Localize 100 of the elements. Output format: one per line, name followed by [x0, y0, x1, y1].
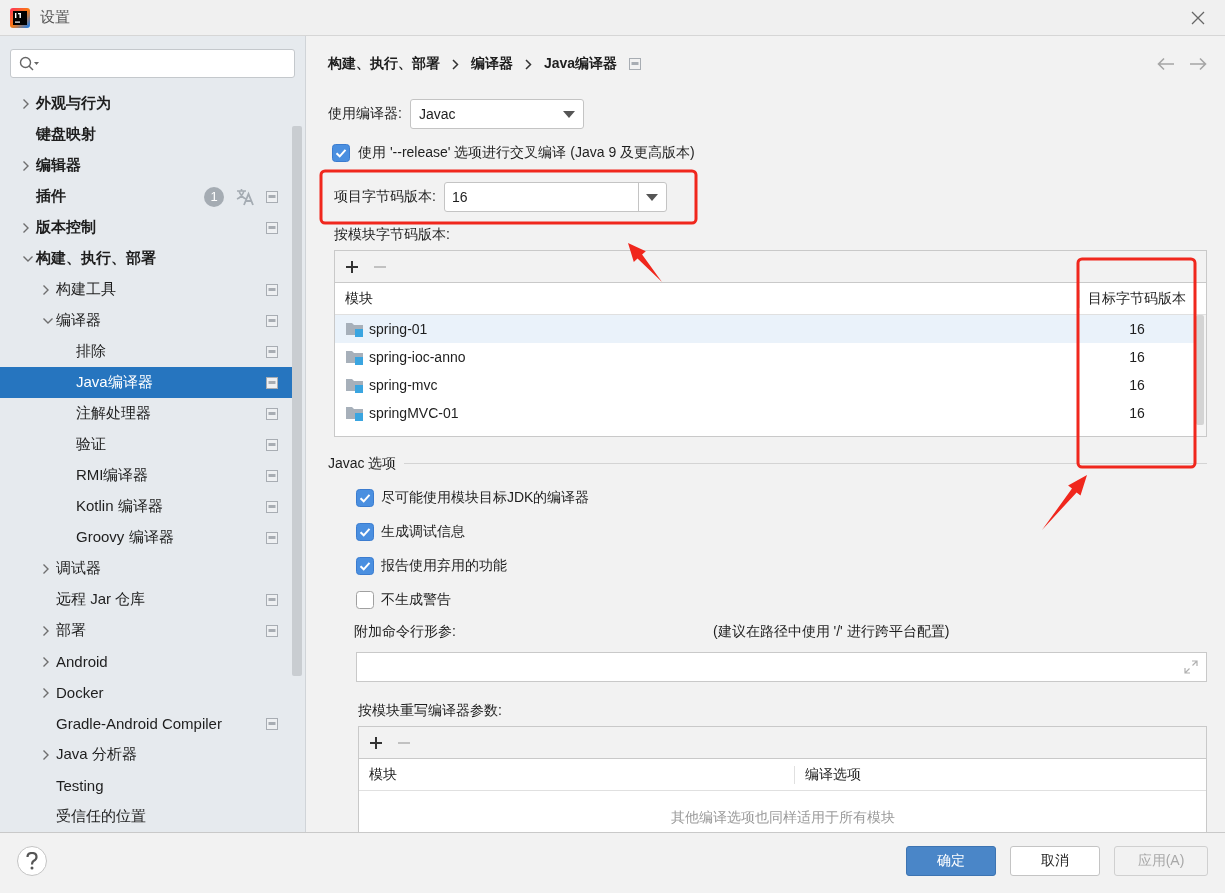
sidebar-item[interactable]: 插件 1	[0, 181, 292, 212]
table-cell: spring-ioc-anno	[369, 349, 466, 365]
expand-icon[interactable]	[1184, 660, 1198, 674]
chevron-right-icon[interactable]	[42, 748, 50, 761]
table-cell-text: 16	[1128, 321, 1146, 337]
dialog-button[interactable]: 取消	[1010, 846, 1100, 876]
app-logo-icon	[10, 7, 30, 28]
checkbox-label: 报告使用弃用的功能	[381, 557, 507, 575]
sidebar-item[interactable]: 调试器	[0, 553, 292, 584]
chevron-right-icon[interactable]	[42, 655, 50, 668]
project-scope-icon	[266, 345, 278, 358]
scrollbar-thumb[interactable]	[292, 126, 302, 676]
checkbox-label: 不生成警告	[381, 591, 451, 609]
chevron-down-icon[interactable]	[22, 254, 34, 263]
column-header[interactable]: 模块	[359, 765, 795, 784]
sidebar-item[interactable]: Kotlin 编译器	[0, 491, 292, 522]
chevron-right-icon	[525, 58, 532, 70]
translate-icon	[236, 187, 254, 206]
chevron-right-icon[interactable]	[22, 97, 30, 110]
sidebar-item[interactable]: 编辑器	[0, 150, 292, 181]
sidebar-item[interactable]: RMI编译器	[0, 460, 292, 491]
checkbox-label: 使用 '--release' 选项进行交叉编译 (Java 9 及更高版本)	[358, 144, 695, 162]
table-cell: spring-01	[369, 321, 428, 337]
empty-text: 其他编译选项也同样适用于所有模块	[670, 809, 895, 825]
module-folder-icon	[345, 405, 365, 421]
compiler-dropdown[interactable]: Javac	[409, 99, 584, 129]
sidebar-item[interactable]: Android	[0, 646, 292, 677]
checkbox[interactable]	[356, 489, 374, 507]
field-label: 使用编译器:	[328, 105, 402, 123]
module-folder-icon	[345, 377, 365, 393]
sidebar-item[interactable]: Java编译器	[0, 367, 292, 398]
dialog-button[interactable]: 确定	[906, 846, 996, 876]
breadcrumb-item[interactable]: Java编译器	[544, 55, 618, 73]
input-field[interactable]	[356, 652, 1207, 682]
column-header[interactable]: 模块	[335, 289, 1079, 308]
caret-icon	[646, 193, 659, 201]
add-icon[interactable]	[369, 735, 383, 750]
breadcrumb-item[interactable]: 构建、执行、部署	[328, 55, 440, 73]
chevron-right-icon[interactable]	[42, 624, 50, 637]
sidebar-item[interactable]: Java 分析器	[0, 739, 292, 770]
sidebar-item[interactable]: 编译器	[0, 305, 292, 336]
help-button[interactable]	[17, 846, 47, 876]
section-title: Javac 选项	[328, 454, 397, 473]
sidebar-item[interactable]: 受信任的位置	[0, 801, 292, 832]
breadcrumb-item[interactable]: 编译器	[471, 55, 513, 73]
checkbox[interactable]	[356, 591, 374, 609]
checkbox[interactable]	[332, 144, 350, 162]
table-row[interactable]: spring-ioc-anno 16	[335, 343, 1194, 371]
sidebar-item[interactable]: 版本控制	[0, 212, 292, 243]
sidebar-item[interactable]: Groovy 编译器	[0, 522, 292, 553]
chevron-right-icon[interactable]	[42, 686, 50, 699]
checkbox[interactable]	[356, 557, 374, 575]
chevron-right-icon[interactable]	[22, 159, 30, 172]
project-scope-icon	[266, 407, 278, 420]
chevron-down-icon[interactable]	[42, 316, 54, 325]
table-cell-text: 16	[1128, 349, 1146, 365]
sidebar-item[interactable]: 构建、执行、部署	[0, 243, 292, 274]
sidebar-item[interactable]: Gradle-Android Compiler	[0, 708, 292, 739]
search-field[interactable]	[10, 49, 295, 78]
sidebar-item[interactable]: 部署	[0, 615, 292, 646]
checkbox[interactable]	[356, 523, 374, 541]
sidebar-item[interactable]: 远程 Jar 仓库	[0, 584, 292, 615]
table-row[interactable]: spring-01 16	[335, 315, 1194, 343]
sidebar-item[interactable]: 注解处理器	[0, 398, 292, 429]
window-title: 设置	[40, 8, 70, 27]
project-scope-icon	[629, 58, 642, 70]
scrollbar-thumb[interactable]	[1196, 315, 1204, 425]
field-label: 按模块字节码版本:	[334, 225, 450, 243]
sidebar-item[interactable]: Docker	[0, 677, 292, 708]
project-scope-icon	[266, 531, 278, 544]
field-label: 项目字节码版本:	[334, 188, 436, 206]
close-icon[interactable]	[1191, 10, 1205, 25]
chevron-right-icon[interactable]	[42, 562, 50, 575]
sidebar-item[interactable]: 排除	[0, 336, 292, 367]
caret-icon	[562, 110, 575, 118]
project-scope-icon	[266, 376, 278, 389]
field-label: 按模块重写编译器参数:	[358, 701, 502, 719]
sidebar-item[interactable]: 验证	[0, 429, 292, 460]
chevron-right-icon	[452, 58, 459, 70]
project-scope-icon	[266, 469, 278, 482]
sidebar-item[interactable]: Testing	[0, 770, 292, 801]
sidebar-item[interactable]: 外观与行为	[0, 88, 292, 119]
chevron-right-icon[interactable]	[42, 283, 50, 296]
table-cell: spring-mvc	[369, 377, 438, 393]
bytecode-version-combo[interactable]: 16	[443, 182, 667, 212]
column-header[interactable]: 目标字节码版本	[1079, 289, 1194, 308]
hint-text: (建议在路径中使用 '/' 进行跨平台配置)	[713, 623, 950, 641]
table-row[interactable]: spring-mvc 16	[335, 371, 1194, 399]
project-scope-icon	[266, 624, 278, 637]
project-scope-icon	[266, 314, 278, 327]
add-icon[interactable]	[345, 259, 359, 274]
table-cell-text: 16	[1128, 405, 1146, 421]
column-header[interactable]: 编译选项	[795, 765, 861, 784]
module-folder-icon	[345, 349, 365, 365]
sidebar-item[interactable]: 构建工具	[0, 274, 292, 305]
sidebar-item[interactable]: 键盘映射	[0, 119, 292, 150]
chevron-right-icon[interactable]	[22, 221, 30, 234]
table-row[interactable]: springMVC-01 16	[335, 399, 1194, 427]
project-scope-icon	[266, 221, 278, 234]
count-badge: 1	[204, 186, 224, 207]
